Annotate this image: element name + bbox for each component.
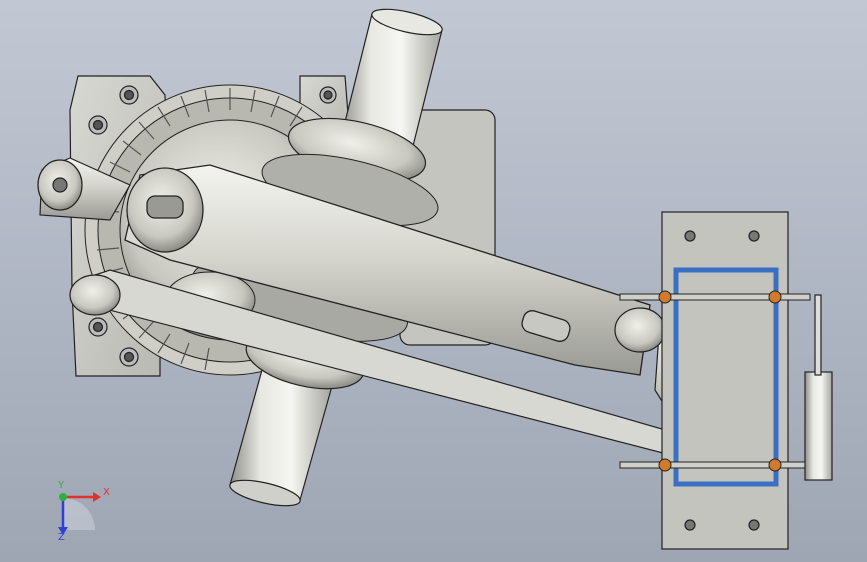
end-effector-plate[interactable] <box>661 211 789 550</box>
pneumatic-cylinder[interactable] <box>804 294 833 481</box>
y-axis-dot <box>59 493 67 501</box>
cad-viewport[interactable]: X Y Z <box>0 0 867 562</box>
z-axis-label: Z <box>58 532 65 543</box>
x-axis-label: X <box>103 487 110 498</box>
x-arrow-head <box>93 492 101 502</box>
coordinate-triad <box>58 492 101 535</box>
robot-arm-model[interactable] <box>0 0 867 562</box>
y-axis-label: Y <box>58 480 65 491</box>
